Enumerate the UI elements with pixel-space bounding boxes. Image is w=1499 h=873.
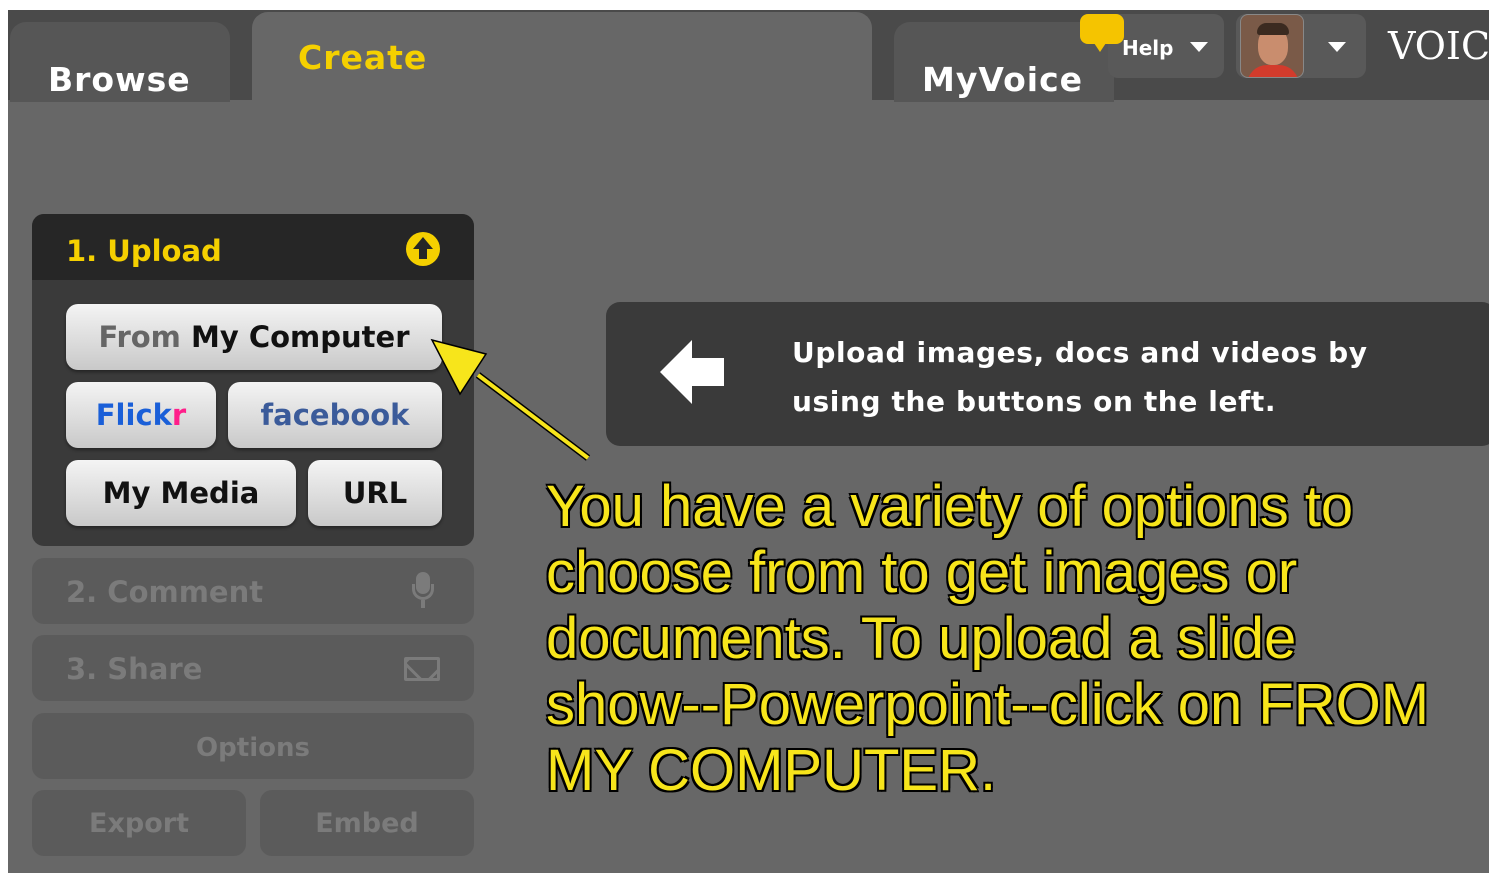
embed-button[interactable]: Embed: [260, 790, 474, 856]
help-bubble-icon: [1080, 14, 1124, 52]
my-media-button[interactable]: My Media: [66, 460, 296, 526]
options-label: Options: [196, 733, 310, 763]
comment-step-label: 2. Comment: [66, 575, 264, 609]
tab-create-label: Create: [298, 38, 428, 77]
upload-hint-text: Upload images, docs and videos by using …: [792, 336, 1368, 418]
my-media-label: My Media: [102, 476, 260, 510]
facebook-button[interactable]: facebook: [228, 382, 442, 448]
from-my-computer-button[interactable]: From My Computer: [66, 304, 442, 370]
comment-step[interactable]: 2. Comment: [32, 558, 474, 624]
upload-step-title: 1. Upload: [66, 234, 222, 268]
url-button[interactable]: URL: [308, 460, 442, 526]
annotation-caption: You have a variety of options to choose …: [545, 473, 1430, 804]
top-nav-bar: Browse Create MyVoice Help VOICE: [8, 10, 1489, 104]
app-window: Browse Create MyVoice Help VOICE 1. Uplo…: [8, 10, 1489, 873]
upload-panel-header[interactable]: 1. Upload: [32, 214, 474, 280]
help-label: Help: [1122, 36, 1174, 60]
share-step[interactable]: 3. Share: [32, 635, 474, 701]
export-button[interactable]: Export: [32, 790, 246, 856]
chevron-down-icon: [1190, 42, 1208, 52]
facebook-label: facebook: [260, 398, 410, 432]
avatar[interactable]: [1240, 14, 1304, 78]
flickr-label-part2: r: [171, 398, 187, 432]
mail-icon: [404, 657, 440, 681]
from-my-computer-prefix: From: [98, 320, 181, 354]
chevron-down-icon: [1328, 42, 1346, 52]
embed-label: Embed: [315, 808, 419, 839]
flickr-button[interactable]: Flickr: [66, 382, 216, 448]
export-label: Export: [89, 808, 189, 839]
share-step-label: 3. Share: [66, 652, 203, 686]
upload-arrow-icon: [406, 232, 440, 266]
brand-logo: VOICE: [1388, 24, 1489, 68]
flickr-label-part1: Flick: [95, 398, 172, 432]
tab-browse-label: Browse: [48, 60, 191, 99]
upload-hint-box: Upload images, docs and videos by using …: [606, 302, 1489, 446]
tab-myvoice-label: MyVoice: [922, 60, 1084, 99]
microphone-icon: [412, 572, 434, 610]
tab-browse[interactable]: Browse: [10, 22, 230, 102]
tab-create[interactable]: Create: [252, 12, 872, 104]
left-arrow-icon: [660, 340, 724, 404]
url-label: URL: [342, 476, 408, 510]
from-my-computer-rest: My Computer: [180, 320, 410, 354]
upload-panel: 1. Upload From My Computer Flickr facebo…: [32, 214, 474, 546]
options-button[interactable]: Options: [32, 713, 474, 779]
